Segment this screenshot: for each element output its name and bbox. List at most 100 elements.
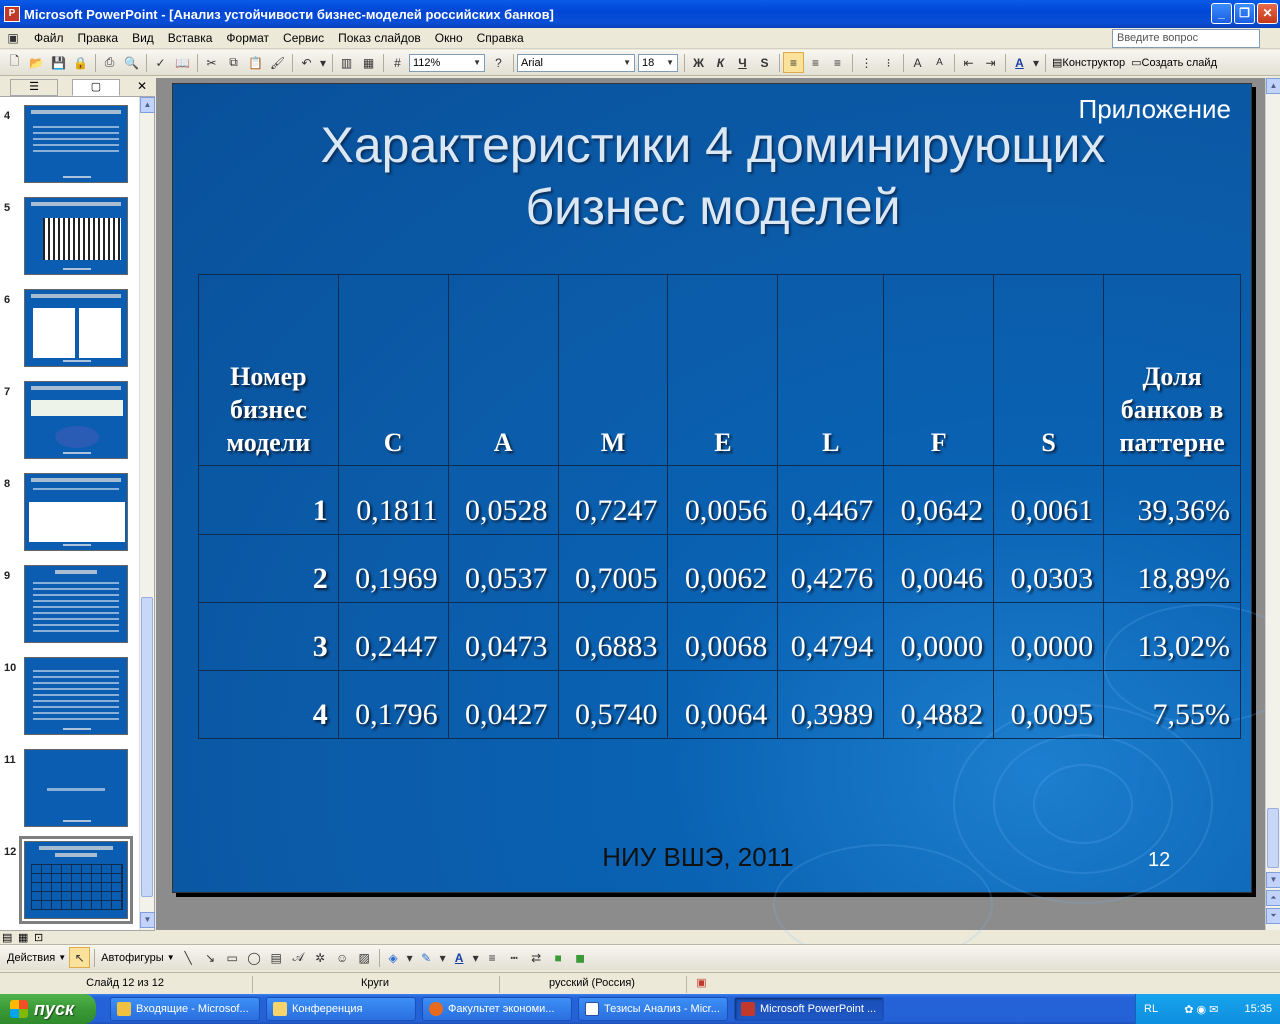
decrease-font-icon[interactable]: A	[929, 52, 950, 73]
task-browser[interactable]: Факультет экономи...	[422, 997, 572, 1021]
numbered-list-icon[interactable]: ⋮	[856, 52, 877, 73]
menu-window[interactable]: Окно	[428, 31, 470, 45]
shadow-button[interactable]: S	[754, 52, 775, 73]
slide-scrollbar[interactable]: ▲ ▼ ⏶ ⏷	[1265, 78, 1280, 930]
permission-icon[interactable]: 🔒	[70, 52, 91, 73]
bullet-list-icon[interactable]: ⁝	[878, 52, 899, 73]
grid-icon[interactable]: #	[387, 52, 408, 73]
slide-title[interactable]: Характеристики 4 доминирующих бизнес мод…	[233, 114, 1193, 238]
scroll-up-icon[interactable]: ▲	[1266, 78, 1280, 94]
scroll-thumb[interactable]	[141, 597, 153, 897]
menu-edit[interactable]: Правка	[71, 31, 126, 45]
print-icon[interactable]: ⎙	[99, 52, 120, 73]
font-color-dropdown-icon[interactable]: ▾	[1031, 52, 1041, 73]
zoom-select[interactable]: 112% ▼	[409, 53, 485, 72]
slide[interactable]: Приложение Характеристики 4 доминирующих…	[172, 83, 1280, 964]
line-color-icon[interactable]: ✎	[416, 947, 437, 968]
undo-dropdown-icon[interactable]: ▾	[318, 52, 328, 73]
cut-icon[interactable]: ✂	[201, 52, 222, 73]
data-table[interactable]: Номер бизнес модели C A M E L F S Доля б…	[198, 273, 1241, 740]
normal-view-icon[interactable]: ▤	[2, 931, 12, 944]
align-right-icon[interactable]: ≡	[827, 52, 848, 73]
open-icon[interactable]: 📂	[26, 52, 47, 73]
task-word[interactable]: Тезисы Анализ - Micr...	[578, 997, 728, 1021]
new-icon[interactable]: 🗋	[4, 52, 25, 73]
diagram-icon[interactable]: ✲	[310, 947, 331, 968]
decrease-indent-icon[interactable]: ⇤	[958, 52, 979, 73]
bold-button[interactable]: Ж	[688, 52, 709, 73]
spelling-icon[interactable]: ✓	[150, 52, 171, 73]
font-color-dropdown-icon[interactable]: ▾	[471, 947, 481, 968]
align-center-icon[interactable]: ≡	[805, 52, 826, 73]
font-size-select[interactable]: 18 ▼	[638, 53, 678, 72]
rectangle-icon[interactable]: ▭	[222, 947, 243, 968]
designer-button[interactable]: ▤ Конструктор	[1049, 56, 1128, 70]
save-icon[interactable]: 💾	[48, 52, 69, 73]
minimize-button[interactable]: _	[1211, 3, 1232, 24]
copy-icon[interactable]: ⧉	[223, 52, 244, 73]
3d-icon[interactable]: ◼	[570, 947, 591, 968]
increase-font-icon[interactable]: A	[907, 52, 928, 73]
start-button[interactable]: пуск	[0, 994, 96, 1024]
font-color-icon[interactable]: A	[1009, 52, 1030, 73]
close-pane-icon[interactable]: ✕	[137, 79, 147, 93]
align-left-icon[interactable]: ≡	[783, 52, 804, 73]
slide-thumbnail-4[interactable]	[24, 105, 128, 183]
task-powerpoint[interactable]: Microsoft PowerPoint ...	[734, 997, 884, 1021]
next-slide-icon[interactable]: ⏷	[1266, 908, 1280, 924]
slide-thumbnail-6[interactable]	[24, 289, 128, 367]
shadow-icon[interactable]: ■	[548, 947, 569, 968]
menu-insert[interactable]: Вставка	[161, 31, 220, 45]
preview-icon[interactable]: 🔍	[121, 52, 142, 73]
sorter-view-icon[interactable]: ▦	[18, 931, 28, 944]
language-indicator[interactable]: RL	[1144, 1003, 1158, 1015]
thumbnail-scrollbar[interactable]: ▲ ▼	[139, 97, 155, 930]
paste-icon[interactable]: 📋	[245, 52, 266, 73]
line-color-dropdown-icon[interactable]: ▾	[438, 947, 448, 968]
slide-thumbnail-7[interactable]	[24, 381, 128, 459]
slide-thumbnail-11[interactable]	[24, 749, 128, 827]
menu-slideshow[interactable]: Показ слайдов	[331, 31, 428, 45]
wordart-icon[interactable]: 𝒜	[288, 947, 309, 968]
textbox-icon[interactable]: ▤	[266, 947, 287, 968]
menu-view[interactable]: Вид	[125, 31, 161, 45]
arrow-style-icon[interactable]: ⇄	[526, 947, 547, 968]
task-inbox[interactable]: Входящие - Microsof...	[110, 997, 260, 1021]
line-style-icon[interactable]: ≡	[482, 947, 503, 968]
undo-icon[interactable]: ↶	[296, 52, 317, 73]
slides-tab[interactable]: ▢	[72, 79, 120, 96]
scroll-thumb[interactable]	[1267, 808, 1279, 868]
slide-thumbnail-12[interactable]	[19, 836, 133, 924]
tray-icons[interactable]: ✿ ◉ ✉	[1184, 1003, 1218, 1016]
select-pointer-icon[interactable]: ↖	[69, 947, 91, 968]
actions-menu[interactable]: Действия ▼	[4, 952, 69, 964]
close-button[interactable]: ✕	[1257, 3, 1278, 24]
help-search-input[interactable]: Введите вопрос	[1112, 29, 1260, 48]
arrow-icon[interactable]: ↘	[200, 947, 221, 968]
slide-thumbnail-5[interactable]	[24, 197, 128, 275]
chart-icon[interactable]: ▥	[336, 52, 357, 73]
underline-button[interactable]: Ч	[732, 52, 753, 73]
clipart-icon[interactable]: ☺	[332, 947, 353, 968]
slideshow-view-icon[interactable]: ⊡	[34, 931, 43, 944]
table-icon[interactable]: ▦	[358, 52, 379, 73]
menu-file[interactable]: Файл	[27, 31, 71, 45]
powerpoint-icon[interactable]: P	[4, 6, 20, 22]
slide-thumbnail-8[interactable]	[24, 473, 128, 551]
line-icon[interactable]: ╲	[178, 947, 199, 968]
picture-icon[interactable]: ▨	[354, 947, 375, 968]
italic-button[interactable]: К	[710, 52, 731, 73]
help-icon[interactable]: ?	[488, 52, 509, 73]
menu-tools[interactable]: Сервис	[276, 31, 331, 45]
menu-help[interactable]: Справка	[470, 31, 531, 45]
oval-icon[interactable]: ◯	[244, 947, 265, 968]
scroll-down-icon[interactable]: ▼	[140, 912, 155, 928]
fill-dropdown-icon[interactable]: ▾	[405, 947, 415, 968]
new-slide-button[interactable]: ▭ Создать слайд	[1128, 56, 1220, 70]
font-color-icon[interactable]: A	[449, 947, 470, 968]
task-conference[interactable]: Конференция	[266, 997, 416, 1021]
autoshapes-menu[interactable]: Автофигуры ▼	[98, 952, 178, 964]
font-select[interactable]: Arial ▼	[517, 53, 635, 72]
slide-thumbnail-9[interactable]	[24, 565, 128, 643]
fill-color-icon[interactable]: ◈	[383, 947, 404, 968]
